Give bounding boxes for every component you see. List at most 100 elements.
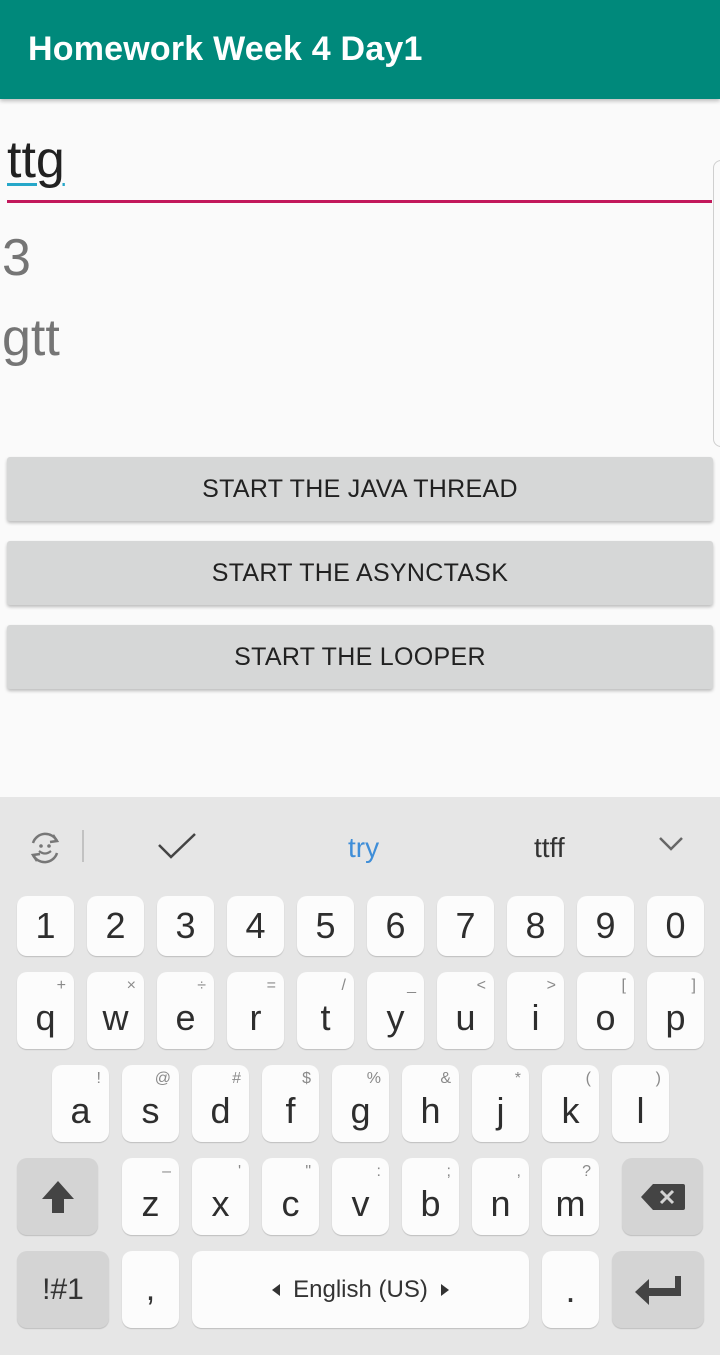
key-i[interactable]: i > — [507, 972, 564, 1049]
key-y[interactable]: y _ — [367, 972, 424, 1049]
start-looper-button[interactable]: START THE LOOPER — [7, 625, 713, 689]
language-prev-icon — [272, 1283, 281, 1296]
key-x[interactable]: x ' — [192, 1158, 249, 1235]
key-7[interactable]: 7 — [437, 896, 494, 956]
emoji-refresh-icon[interactable] — [26, 829, 64, 867]
language-label: English (US) — [293, 1275, 428, 1303]
backspace-key[interactable] — [622, 1158, 703, 1235]
key-c[interactable]: c " — [262, 1158, 319, 1235]
key-l-alt-label: ) — [655, 1070, 661, 1087]
key-d[interactable]: d # — [192, 1065, 249, 1142]
chevron-down-icon[interactable] — [658, 835, 684, 853]
text-input-value[interactable]: ttg — [7, 130, 65, 190]
key-w-label: w — [102, 997, 129, 1038]
key-o-label: o — [595, 997, 616, 1038]
key-h[interactable]: h & — [402, 1065, 459, 1142]
key-v[interactable]: v: — [332, 1158, 389, 1235]
key-l[interactable]: l) — [612, 1065, 669, 1142]
suggestion-divider — [82, 830, 84, 862]
key-0-label: 0 — [665, 905, 686, 946]
key-q[interactable]: q + — [17, 972, 74, 1049]
key-p[interactable]: p] — [647, 972, 704, 1049]
key-4[interactable]: 4 — [227, 896, 284, 956]
key-s-label: s — [141, 1090, 160, 1131]
symbols-key-label: !#1 — [42, 1272, 84, 1306]
key-t[interactable]: t / — [297, 972, 354, 1049]
symbols-key[interactable]: !#1 — [17, 1251, 109, 1328]
key-3[interactable]: 3 — [157, 896, 214, 956]
checkmark-icon[interactable] — [157, 831, 197, 861]
key-y-alt-label: _ — [407, 977, 416, 994]
key-x-label: x — [211, 1183, 230, 1224]
space-key[interactable]: English (US) — [192, 1251, 529, 1328]
comma-key[interactable]: , — [122, 1251, 179, 1328]
key-2[interactable]: 2 — [87, 896, 144, 956]
key-x-alt-label: ' — [237, 1163, 241, 1180]
key-b[interactable]: b; — [402, 1158, 459, 1235]
suggestion-word-1[interactable]: try — [348, 832, 379, 864]
key-z[interactable]: z – — [122, 1158, 179, 1235]
key-t-alt-label: / — [341, 977, 346, 994]
key-j-label: j — [496, 1090, 505, 1131]
text-input[interactable]: ttg — [7, 128, 712, 203]
key-6[interactable]: 6 — [367, 896, 424, 956]
key-e-label: e — [175, 997, 196, 1038]
key-m[interactable]: m? — [542, 1158, 599, 1235]
key-r-label: r — [249, 997, 262, 1038]
key-5[interactable]: 5 — [297, 896, 354, 956]
key-r-alt-label: = — [266, 977, 276, 994]
suggestion-word-2[interactable]: ttff — [534, 832, 565, 864]
start-asynctask-button[interactable]: START THE ASYNCTASK — [7, 541, 713, 605]
language-next-icon — [440, 1283, 449, 1296]
key-2-label: 2 — [105, 905, 126, 946]
key-c-label: c — [281, 1183, 300, 1224]
key-a[interactable]: a! — [52, 1065, 109, 1142]
key-n-alt-label: , — [516, 1163, 521, 1180]
key-r[interactable]: r = — [227, 972, 284, 1049]
key-f-alt-label: $ — [302, 1070, 311, 1087]
key-0[interactable]: 0 — [647, 896, 704, 956]
key-g[interactable]: g% — [332, 1065, 389, 1142]
start-java-thread-button[interactable]: START THE JAVA THREAD — [7, 457, 713, 521]
key-f[interactable]: f $ — [262, 1065, 319, 1142]
key-k[interactable]: k( — [542, 1065, 599, 1142]
key-9[interactable]: 9 — [577, 896, 634, 956]
key-1[interactable]: 1 — [17, 896, 74, 956]
key-8[interactable]: 8 — [507, 896, 564, 956]
key-u-label: u — [455, 997, 476, 1038]
enter-icon — [635, 1275, 681, 1305]
key-w-alt-label: × — [126, 977, 136, 994]
key-z-label: z — [141, 1183, 160, 1224]
shift-key[interactable] — [17, 1158, 98, 1235]
key-j-alt-label: * — [514, 1070, 521, 1087]
key-a-alt-label: ! — [96, 1070, 101, 1087]
key-l-label: l — [636, 1090, 645, 1131]
key-c-alt-label: " — [305, 1163, 311, 1180]
key-v-alt-label: : — [376, 1163, 381, 1180]
key-8-label: 8 — [525, 905, 546, 946]
key-5-label: 5 — [315, 905, 336, 946]
app-title: Homework Week 4 Day1 — [28, 30, 423, 68]
key-w[interactable]: w × — [87, 972, 144, 1049]
key-m-alt-label: ? — [582, 1163, 591, 1180]
key-b-label: b — [420, 1183, 441, 1224]
app-bar: Homework Week 4 Day1 — [0, 0, 720, 99]
key-z-alt-label: – — [162, 1163, 171, 1180]
key-g-alt-label: % — [366, 1070, 381, 1087]
key-u[interactable]: u < — [437, 972, 494, 1049]
key-y-label: y — [386, 997, 405, 1038]
period-key[interactable]: . — [542, 1251, 599, 1328]
key-e[interactable]: e ÷ — [157, 972, 214, 1049]
key-j[interactable]: j * — [472, 1065, 529, 1142]
key-a-label: a — [70, 1090, 91, 1131]
enter-key[interactable] — [612, 1251, 704, 1328]
key-s[interactable]: s @ — [122, 1065, 179, 1142]
key-6-label: 6 — [385, 905, 406, 946]
key-t-label: t — [320, 997, 331, 1038]
key-k-label: k — [561, 1090, 580, 1131]
key-b-alt-label: ; — [446, 1163, 451, 1180]
shift-arrow-icon — [41, 1180, 74, 1213]
key-o[interactable]: o[ — [577, 972, 634, 1049]
key-n[interactable]: n, — [472, 1158, 529, 1235]
key-h-label: h — [420, 1090, 441, 1131]
